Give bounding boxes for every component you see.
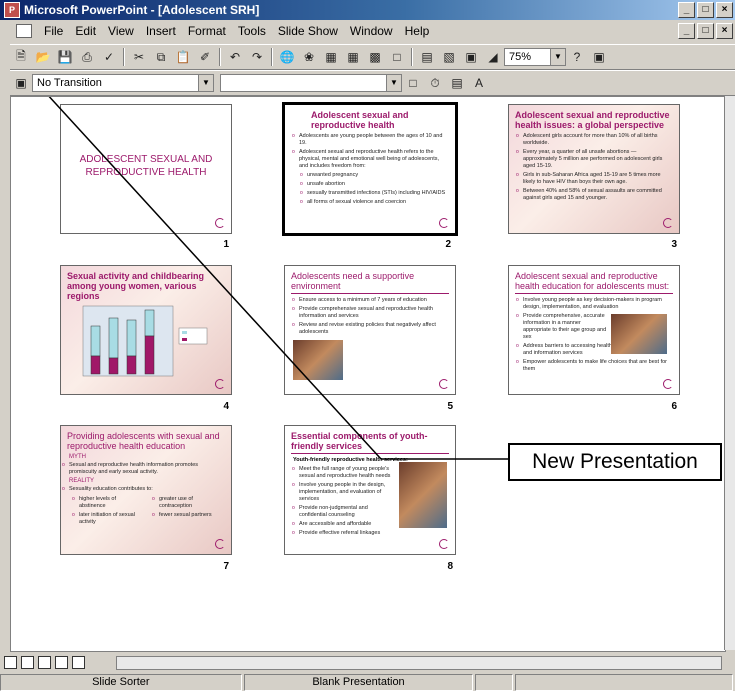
menu-window[interactable]: Window: [344, 24, 399, 38]
slide-sorter-pane: ADOLESCENT SEXUAL AND REPRODUCTIVE HEALT…: [10, 96, 726, 652]
standard-toolbar: 🗎 📂 💾 ⎙ ✓ ✂ ⧉ 📋 ✐ ↶ ↷ 🌐 ❀ ▦ ▦ ▩ □ ▤ ▧ ▣ …: [10, 44, 735, 70]
chevron-down-icon[interactable]: ▼: [198, 75, 213, 91]
new-presentation-callout: New Presentation: [508, 443, 722, 481]
status-spell: [475, 674, 514, 691]
status-bar: Slide Sorter Blank Presentation: [0, 674, 735, 691]
redo-icon[interactable]: ↷: [248, 48, 266, 66]
status-view: Slide Sorter: [0, 674, 242, 691]
window-title: Microsoft PowerPoint - [Adolescent SRH]: [24, 3, 260, 17]
slide-sorter-view-icon[interactable]: [55, 655, 68, 669]
web-toolbar-icon[interactable]: ❀: [300, 48, 318, 66]
menu-tools[interactable]: Tools: [232, 24, 272, 38]
save-icon[interactable]: 💾: [56, 48, 74, 66]
status-blank: [515, 674, 734, 691]
separator: [271, 48, 273, 66]
grayscale-icon[interactable]: ▣: [462, 48, 480, 66]
insert-table-icon[interactable]: ▦: [344, 48, 362, 66]
horizontal-scrollbar[interactable]: [116, 656, 722, 670]
slide-view-icon[interactable]: [38, 655, 51, 669]
slide-sorter-toolbar: ▣ No Transition ▼ ▼ □ ⏱ ▤ A: [10, 70, 735, 96]
spelling-icon[interactable]: ✓: [100, 48, 118, 66]
cut-icon[interactable]: ✂: [130, 48, 148, 66]
doc-close-button[interactable]: ×: [716, 23, 733, 39]
summary-slide-icon[interactable]: ▤: [448, 74, 466, 92]
rehearse-timings-icon[interactable]: ⏱: [426, 74, 444, 92]
help-icon[interactable]: ?: [568, 48, 586, 66]
menu-edit[interactable]: Edit: [69, 24, 102, 38]
separator: [219, 48, 221, 66]
normal-view-icon[interactable]: [4, 655, 17, 669]
menu-format[interactable]: Format: [182, 24, 232, 38]
separator: [123, 48, 125, 66]
hyperlink-icon[interactable]: 🌐: [278, 48, 296, 66]
menu-view[interactable]: View: [102, 24, 140, 38]
new-slide-icon[interactable]: □: [388, 48, 406, 66]
transition-value: No Transition: [37, 77, 102, 89]
menu-help[interactable]: Help: [399, 24, 436, 38]
separator: [411, 48, 413, 66]
slide-transition-icon[interactable]: ▣: [12, 74, 30, 92]
copy-icon[interactable]: ⧉: [152, 48, 170, 66]
office-assistant-icon[interactable]: ▣: [590, 48, 608, 66]
color-icon[interactable]: ◢: [484, 48, 502, 66]
chevron-down-icon[interactable]: ▼: [386, 75, 401, 91]
document-icon[interactable]: [16, 23, 32, 38]
menu-bar: File Edit View Insert Format Tools Slide…: [0, 21, 735, 40]
doc-minimize-button[interactable]: _: [678, 23, 695, 39]
slide-show-icon[interactable]: [72, 655, 85, 669]
zoom-value: 75%: [509, 51, 532, 63]
print-icon[interactable]: ⎙: [78, 48, 96, 66]
show-formatting-icon[interactable]: A: [470, 74, 488, 92]
doc-restore-button[interactable]: □: [697, 23, 714, 39]
menu-insert[interactable]: Insert: [140, 24, 182, 38]
zoom-dropdown[interactable]: 75% ▼: [504, 48, 566, 66]
transition-dropdown[interactable]: No Transition ▼: [32, 74, 214, 92]
title-bar: P Microsoft PowerPoint - [Adolescent SRH…: [0, 0, 735, 20]
outline-view-icon[interactable]: [21, 655, 34, 669]
open-icon[interactable]: 📂: [34, 48, 52, 66]
close-button[interactable]: ×: [716, 2, 733, 18]
status-template: Blank Presentation: [243, 674, 474, 691]
expand-all-icon[interactable]: ▤: [418, 48, 436, 66]
menu-file[interactable]: File: [38, 24, 69, 38]
tables-borders-icon[interactable]: ▦: [322, 48, 340, 66]
undo-icon[interactable]: ↶: [226, 48, 244, 66]
new-presentation-icon[interactable]: 🗎: [12, 48, 30, 66]
vertical-scrollbar[interactable]: [724, 96, 735, 650]
format-painter-icon[interactable]: ✐: [196, 48, 214, 66]
minimize-button[interactable]: _: [678, 2, 695, 18]
paste-icon[interactable]: 📋: [174, 48, 192, 66]
effect-dropdown[interactable]: ▼: [220, 74, 402, 92]
window-controls: _ □ ×: [678, 2, 733, 18]
insert-chart-icon[interactable]: ▩: [366, 48, 384, 66]
powerpoint-icon[interactable]: P: [4, 2, 20, 18]
maximize-button[interactable]: □: [697, 2, 714, 18]
chevron-down-icon[interactable]: ▼: [550, 49, 565, 65]
document-controls: _ □ ×: [678, 23, 733, 39]
menu-slide-show[interactable]: Slide Show: [272, 24, 344, 38]
show-formatting-icon[interactable]: ▧: [440, 48, 458, 66]
callout-leader: [48, 97, 509, 460]
hide-slide-icon[interactable]: □: [404, 74, 422, 92]
